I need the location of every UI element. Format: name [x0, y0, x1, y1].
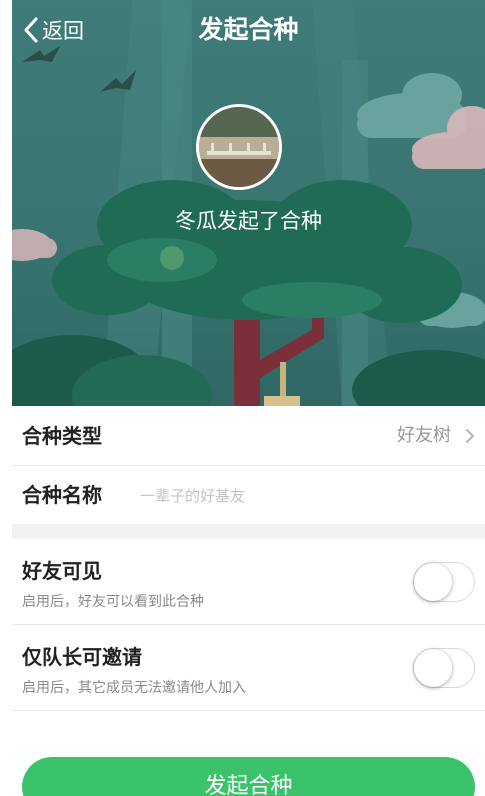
captain-invite-row: 仅队长可邀请 启用后，其它成员无法邀请他人加入 [12, 625, 485, 711]
avatar [196, 104, 282, 190]
chevron-right-icon [466, 429, 474, 443]
captain-invite-toggle[interactable] [413, 648, 475, 688]
friend-visible-row: 好友可见 启用后，好友可以看到此合种 [12, 539, 485, 625]
captain-invite-desc: 启用后，其它成员无法邀请他人加入 [22, 680, 246, 696]
avatar-photo [199, 107, 279, 187]
captain-invite-title: 仅队长可邀请 [22, 645, 142, 669]
page: 返回 发起合种 冬瓜发起了合种 合种类型 好友树 合种名称 好友可见 启用后，好… [0, 0, 485, 796]
page-title: 发起合种 [198, 15, 299, 44]
forest-illustration [12, 0, 485, 406]
tree-name-label: 合种名称 [22, 483, 102, 507]
hero-banner [12, 0, 485, 406]
nav-bar: 返回 发起合种 [12, 0, 485, 60]
tree-name-input[interactable] [138, 480, 472, 512]
toggle-knob [414, 649, 452, 687]
tree-type-row[interactable]: 合种类型 好友树 [12, 406, 485, 466]
friend-visible-title: 好友可见 [22, 559, 102, 583]
tree-type-value: 好友树 [397, 425, 451, 446]
toggle-knob [414, 563, 452, 601]
friend-visible-desc: 启用后，好友可以看到此合种 [22, 594, 204, 610]
friend-visible-toggle[interactable] [413, 562, 475, 602]
hero-caption: 冬瓜发起了合种 [175, 209, 322, 233]
section-divider [12, 524, 485, 539]
tree-name-row: 合种名称 [12, 466, 485, 524]
tree-type-label: 合种类型 [22, 424, 102, 448]
start-planting-button[interactable]: 发起合种 [22, 757, 475, 796]
